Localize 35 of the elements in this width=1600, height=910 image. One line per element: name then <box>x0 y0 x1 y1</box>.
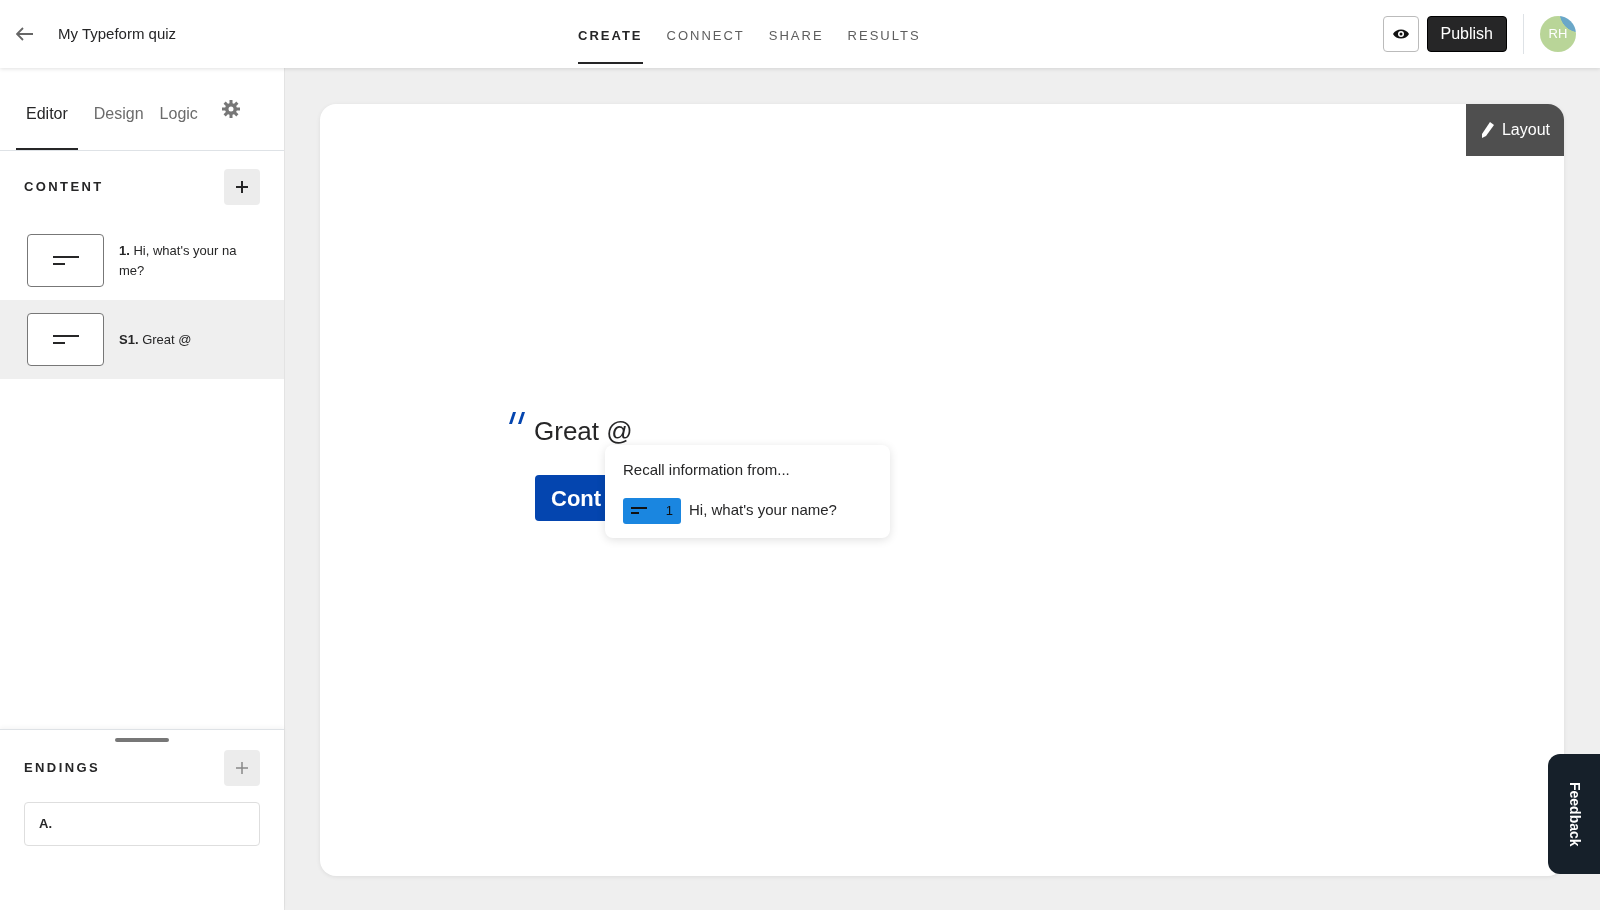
pencil-icon <box>1479 122 1494 138</box>
quote-icon <box>508 412 526 424</box>
nav-tab[interactable]: CONNECT <box>666 4 745 64</box>
question-label: S1. Great @ <box>119 330 193 349</box>
question-chip: 1 <box>623 497 681 524</box>
ending-item[interactable]: A. <box>24 802 260 846</box>
short-text-icon <box>52 256 79 265</box>
eye-icon <box>1391 28 1410 40</box>
resize-handle[interactable] <box>115 738 169 742</box>
back-arrow-icon <box>16 27 34 41</box>
statement-text: Great @ <box>534 415 633 448</box>
layout-button[interactable]: Layout <box>1465 104 1564 156</box>
preview-button[interactable] <box>1382 16 1419 52</box>
nav-tab[interactable]: CREATE <box>578 4 643 64</box>
settings-button[interactable] <box>221 100 240 118</box>
question-label: 1. Hi, what's your name? <box>119 241 238 280</box>
settings-icon <box>221 100 240 118</box>
section-heading: CONTENT <box>24 178 104 197</box>
nav-tab[interactable]: RESULTS <box>847 4 921 64</box>
add-content-button[interactable] <box>224 169 260 205</box>
publish-button[interactable]: Publish <box>1426 16 1507 52</box>
plus-icon <box>236 181 248 193</box>
form-title: My Typeform quiz <box>58 23 177 44</box>
short-text-icon <box>52 335 79 344</box>
question-item[interactable]: 1. Hi, what's your name? <box>0 221 284 300</box>
plus-icon <box>236 762 248 774</box>
nav-tab[interactable]: SHARE <box>768 4 824 64</box>
short-text-icon <box>631 507 647 514</box>
sidebar-tab[interactable]: Design <box>93 68 144 150</box>
sidebar-tab[interactable]: Editor <box>16 68 78 150</box>
sidebar-tab[interactable]: Logic <box>159 68 198 150</box>
back-button[interactable] <box>16 27 34 41</box>
feedback-tab[interactable]: Feedback <box>1548 754 1600 874</box>
section-heading: ENDINGS <box>24 759 101 778</box>
question-item[interactable]: S1. Great @ <box>0 300 284 379</box>
